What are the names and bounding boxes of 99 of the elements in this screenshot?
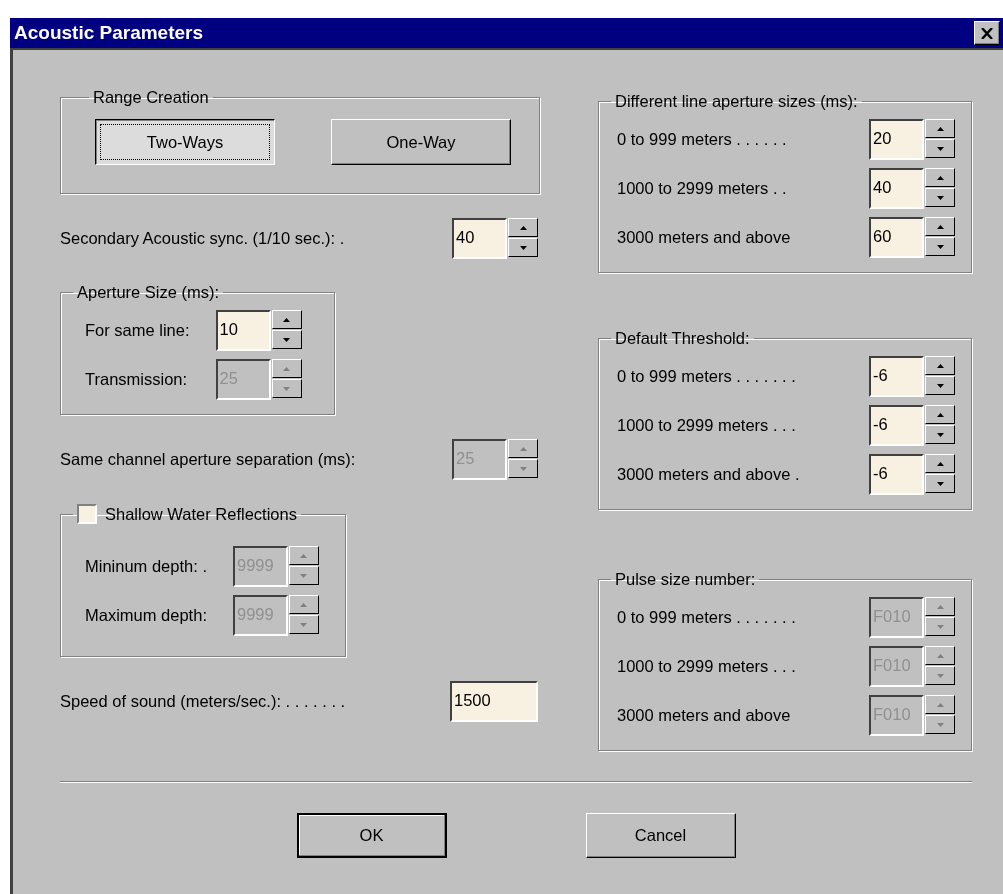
group-title: Range Creation — [93, 88, 209, 107]
spin-up-button[interactable] — [271, 310, 302, 329]
spin-down-button[interactable] — [271, 330, 302, 349]
field-label: 0 to 999 meters . . . . . . — [617, 130, 787, 149]
caret-down-icon — [936, 383, 944, 388]
caret-down-icon — [519, 245, 527, 250]
group-title: Aperture Size (ms): — [77, 283, 220, 302]
dialog-button[interactable]: OK — [296, 813, 447, 858]
caret-down-icon — [519, 466, 527, 471]
field-label: 1000 to 2999 meters . . — [617, 179, 787, 198]
spin-up-button[interactable] — [925, 597, 955, 616]
spin-up-button[interactable] — [925, 405, 955, 424]
caret-down-icon — [936, 624, 944, 629]
caret-down-icon — [936, 244, 944, 249]
caret-down-icon — [936, 146, 944, 151]
spin-down-button[interactable] — [925, 474, 955, 493]
field-label: 1000 to 2999 meters . . . — [617, 657, 796, 676]
caret-down-icon — [936, 673, 944, 678]
spin-down-button[interactable] — [925, 237, 955, 256]
caret-up-icon — [300, 602, 308, 607]
number-field[interactable]: 40 — [452, 218, 507, 259]
caret-down-icon — [936, 432, 944, 437]
caret-down-icon — [936, 722, 944, 727]
field-label: 1000 to 2999 meters . . . — [617, 416, 796, 435]
spin-up-button[interactable] — [925, 119, 955, 138]
spin-down-button[interactable] — [925, 188, 955, 207]
field-label: For same line: — [85, 321, 190, 340]
caret-up-icon — [936, 363, 944, 368]
spin-down-button[interactable] — [925, 617, 955, 636]
caret-up-icon — [936, 126, 944, 131]
caret-up-icon — [519, 446, 527, 451]
spin-down-button[interactable] — [289, 566, 319, 585]
caret-up-icon — [283, 317, 291, 322]
number-field[interactable]: 20 — [869, 119, 924, 160]
field-label: 0 to 999 meters . . . . . . . — [617, 608, 796, 627]
mode-button[interactable]: One-Way — [331, 119, 511, 165]
field-label: 0 to 999 meters . . . . . . . — [617, 367, 796, 386]
caret-up-icon — [519, 225, 527, 230]
group-title: Pulse size number: — [615, 570, 756, 589]
caret-down-icon — [936, 195, 944, 200]
caret-up-icon — [936, 702, 944, 707]
number-field[interactable]: 40 — [869, 168, 924, 209]
spin-up-button[interactable] — [925, 454, 955, 473]
caret-up-icon — [936, 175, 944, 180]
caret-up-icon — [936, 224, 944, 229]
number-field[interactable]: -6 — [869, 405, 924, 446]
spin-down-button[interactable] — [508, 459, 538, 478]
caret-down-icon — [283, 386, 291, 391]
spin-down-button[interactable] — [508, 238, 538, 257]
spin-up-button[interactable] — [508, 439, 538, 458]
close-button[interactable] — [974, 21, 1000, 45]
field-label: Maximum depth: — [85, 606, 207, 625]
field-label: Mininum depth: . — [85, 557, 207, 576]
caret-up-icon — [936, 604, 944, 609]
group-title: Default Threshold: — [615, 329, 750, 348]
caret-down-icon — [300, 573, 308, 578]
field-label: Speed of sound (meters/sec.): . . . . . . . — [60, 692, 346, 711]
caret-up-icon — [936, 461, 944, 466]
spin-up-button[interactable] — [925, 168, 955, 187]
caret-up-icon — [936, 653, 944, 658]
spin-down-button[interactable] — [925, 425, 955, 444]
window-title: Acoustic Parameters — [14, 22, 204, 44]
mode-button[interactable]: Two-Ways — [95, 119, 275, 165]
field-label: Same channel aperture separation (ms): — [60, 450, 356, 469]
spin-up-button[interactable] — [925, 695, 955, 714]
spin-down-button[interactable] — [925, 376, 955, 395]
spin-down-button[interactable] — [289, 615, 319, 634]
caret-down-icon — [936, 481, 944, 486]
spin-up-button[interactable] — [289, 595, 319, 614]
caret-down-icon — [300, 622, 308, 627]
field-label: 3000 meters and above — [617, 228, 791, 247]
checkbox-label: Shallow Water Reflections — [105, 504, 297, 524]
checkbox[interactable] — [77, 504, 97, 524]
group-title: Different line aperture sizes (ms): — [615, 92, 858, 111]
caret-up-icon — [283, 366, 291, 371]
spin-up-button[interactable] — [271, 359, 302, 378]
spin-up-button[interactable] — [925, 646, 955, 665]
spin-down-button[interactable] — [271, 379, 302, 398]
number-field[interactable]: -6 — [869, 454, 924, 495]
field-label: Secondary Acoustic sync. (1/10 sec.): . — [60, 229, 345, 248]
spin-up-button[interactable] — [925, 356, 955, 375]
number-field[interactable]: 10 — [215, 310, 271, 351]
caret-down-icon — [283, 337, 291, 342]
caret-up-icon — [936, 412, 944, 417]
number-field[interactable]: 60 — [869, 217, 924, 258]
spin-down-button[interactable] — [925, 139, 955, 158]
dialog-button[interactable]: Cancel — [585, 813, 736, 858]
number-field[interactable]: 1500 — [450, 681, 538, 722]
spin-up-button[interactable] — [508, 218, 538, 237]
field-label: 3000 meters and above . — [617, 465, 800, 484]
field-label: 3000 meters and above — [617, 706, 791, 725]
spin-up-button[interactable] — [925, 217, 955, 236]
caret-up-icon — [300, 553, 308, 558]
spin-down-button[interactable] — [925, 666, 955, 685]
close-icon — [981, 27, 993, 39]
spin-up-button[interactable] — [289, 546, 319, 565]
spin-down-button[interactable] — [925, 715, 955, 734]
number-field[interactable]: -6 — [869, 356, 924, 397]
field-label: Transmission: — [85, 370, 189, 389]
